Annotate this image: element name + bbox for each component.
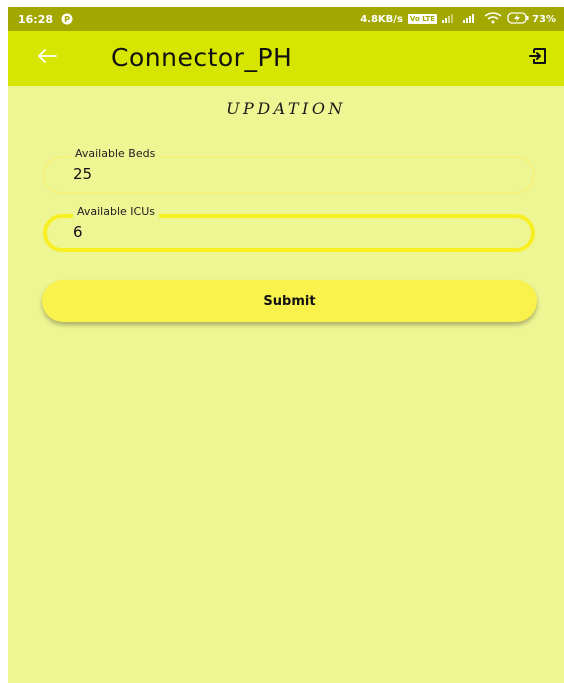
parking-app-icon: P: [61, 13, 73, 25]
arrow-left-icon: [37, 48, 57, 68]
signal-icon-2: [463, 13, 479, 26]
logout-button[interactable]: [526, 46, 550, 70]
status-bar: 16:28 P 4.8KB/s Vo LTE 73%: [8, 7, 564, 31]
wifi-icon: [484, 11, 502, 27]
volte-icon: Vo LTE: [407, 14, 438, 24]
app-glyph: P: [64, 15, 70, 24]
exit-icon: [528, 46, 548, 70]
network-speed: 4.8KB/s: [360, 13, 403, 25]
available-beds-field[interactable]: Available Beds 25: [43, 147, 535, 194]
status-time: 16:28: [18, 12, 54, 26]
available-beds-label: Available Beds: [71, 147, 160, 160]
app-screen: 16:28 P 4.8KB/s Vo LTE 73% Connector_PH …: [8, 7, 564, 683]
available-beds-value[interactable]: 25: [73, 165, 92, 183]
available-icus-value[interactable]: 6: [73, 223, 83, 241]
available-icus-label: Available ICUs: [73, 205, 159, 218]
status-left: 16:28 P: [18, 13, 73, 26]
app-bar: Connector_PH: [8, 31, 564, 86]
status-right: 4.8KB/s Vo LTE 73%: [360, 11, 556, 27]
submit-button[interactable]: Submit: [42, 280, 537, 322]
battery-percent: 73%: [532, 13, 556, 25]
page-heading: UPDATION: [226, 99, 346, 118]
available-icus-field[interactable]: Available ICUs 6: [43, 205, 535, 252]
signal-icon: [442, 13, 458, 26]
battery-indicator: 73%: [507, 11, 556, 27]
app-title: Connector_PH: [111, 43, 293, 72]
battery-icon: [507, 11, 529, 27]
back-button[interactable]: [34, 45, 60, 71]
